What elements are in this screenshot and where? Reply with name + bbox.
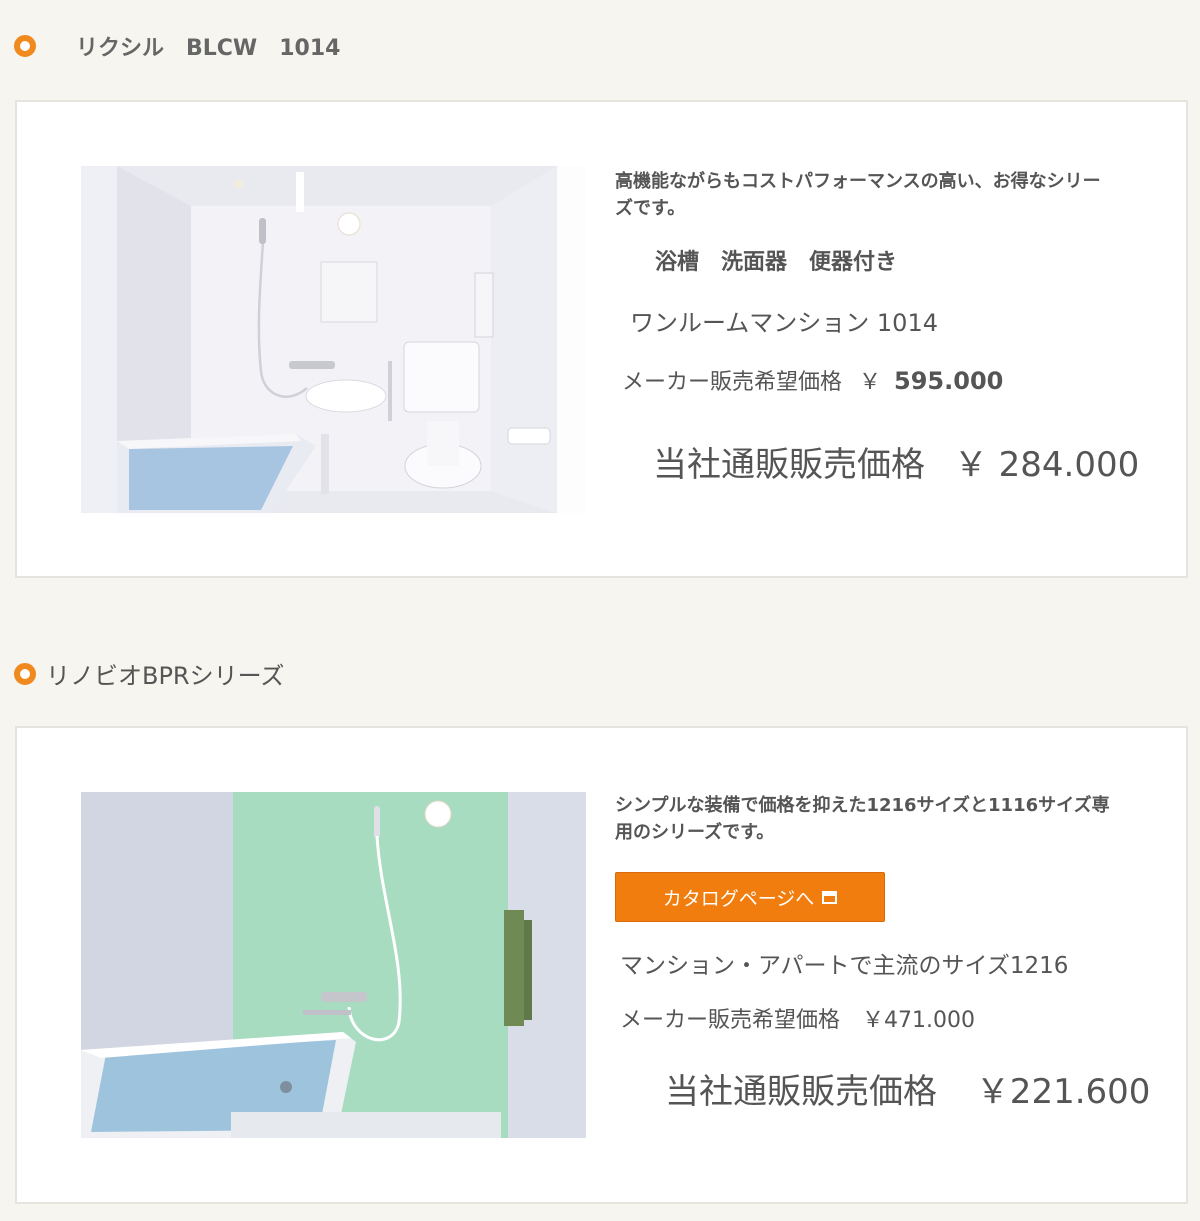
sale-price-value: ￥ 284.000 <box>953 445 1140 485</box>
sale-price-value: ￥221.600 <box>975 1072 1151 1112</box>
catalog-button-label: カタログページへ <box>662 887 815 910</box>
section-header-renobio: リノビオBPRシリーズ <box>14 656 284 691</box>
external-window-icon <box>822 890 838 904</box>
sale-price: 当社通販販売価格 ￥ 284.000 <box>653 437 1139 486</box>
section-header-lixil: リクシル BLCW 1014 <box>14 30 340 62</box>
sale-price: 当社通販販売価格 ￥221.600 <box>665 1064 1150 1113</box>
product-description: 高機能ながらもコストパフォーマンスの高い、お得なシリーズです。 <box>615 171 1101 219</box>
sale-price-label: 当社通販販売価格 <box>665 1072 937 1112</box>
product-model: ワンルームマンション 1014 <box>630 309 938 337</box>
product-model: マンション・アパートで主流のサイズ1216 <box>620 953 1069 979</box>
list-price-yen: ￥ <box>859 370 882 395</box>
catalog-page-button[interactable]: カタログページへ <box>615 872 885 922</box>
product-features: 浴槽 洗面器 便器付き <box>655 250 898 275</box>
list-price: メーカー販売希望価格 ￥ 595.000 <box>622 364 1003 396</box>
section-title: リクシル BLCW 1014 <box>76 36 341 61</box>
list-price: メーカー販売希望価格 ￥471.000 <box>620 1008 975 1033</box>
list-price-label: メーカー販売希望価格 <box>622 370 843 395</box>
sale-price-label: 当社通販販売価格 <box>653 445 925 485</box>
product-photo-blcw[interactable] <box>81 166 586 513</box>
product-description: シンプルな装備で価格を抑えた1216サイズと1116サイズ専用のシリーズです。 <box>615 795 1110 843</box>
circle-bullet-icon <box>14 662 36 685</box>
section-title: リノビオBPRシリーズ <box>46 662 285 690</box>
list-price-value: 595.000 <box>894 367 1004 395</box>
circle-bullet-icon <box>14 35 36 57</box>
product-photo-bpr[interactable] <box>81 792 586 1138</box>
